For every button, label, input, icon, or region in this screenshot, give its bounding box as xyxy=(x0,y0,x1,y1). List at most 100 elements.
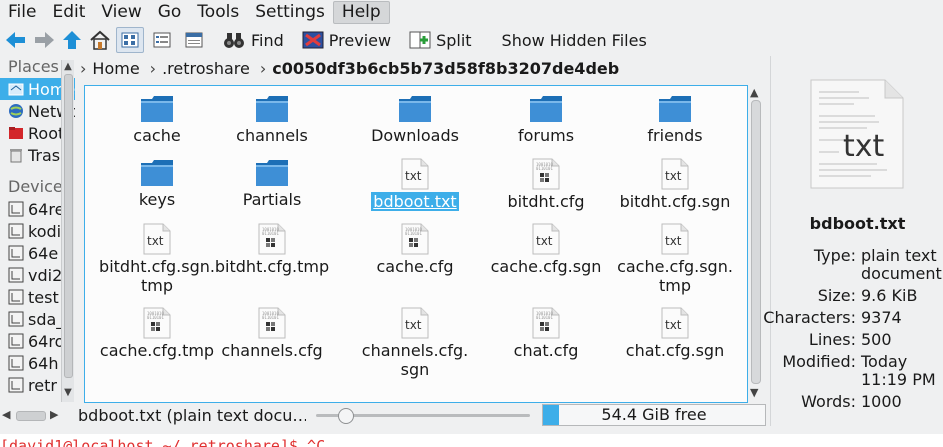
file-item-label: Partials xyxy=(242,190,302,209)
info-modified-label: Modified: xyxy=(782,352,856,371)
file-item[interactable]: forums xyxy=(482,94,610,145)
file-item[interactable]: txt channels.cfg. sgn xyxy=(351,307,479,379)
icon-view-icon xyxy=(121,32,139,48)
file-item[interactable]: 1001010 0110101 bitdht.cfg.tmp xyxy=(208,223,336,276)
binary-file-icon: 1001010 0110101 xyxy=(482,307,610,339)
drive-icon xyxy=(8,245,24,261)
menu-settings[interactable]: Settings xyxy=(247,1,333,24)
file-item-label: friends xyxy=(647,126,703,145)
folder-icon xyxy=(208,94,336,124)
binary-file-icon: 1001010 0110101 xyxy=(208,307,336,339)
device-label: 64h xyxy=(28,353,59,373)
file-item[interactable]: Downloads xyxy=(351,94,479,145)
device-label: test xyxy=(28,287,59,307)
file-item[interactable]: keys xyxy=(93,158,221,209)
preview-icon xyxy=(302,31,324,49)
file-item[interactable]: channels xyxy=(208,94,336,145)
text-file-icon: txt xyxy=(93,223,221,255)
drive-icon xyxy=(8,333,24,349)
info-type-label: Type: xyxy=(813,246,856,265)
menu-go[interactable]: Go xyxy=(150,1,190,24)
file-item[interactable]: 1001010 0110101 cache.cfg xyxy=(351,223,479,276)
arrow-up-icon xyxy=(63,31,81,49)
find-button[interactable]: Find xyxy=(222,27,284,53)
file-item[interactable]: cache xyxy=(93,94,221,145)
compact-view-button[interactable] xyxy=(148,27,176,53)
drive-icon xyxy=(8,201,24,217)
breadcrumb-home[interactable]: Home xyxy=(92,59,139,78)
binary-file-icon: 1001010 0110101 xyxy=(208,223,336,255)
zoom-slider-handle[interactable] xyxy=(338,408,354,424)
places-hscroll-thumb[interactable] xyxy=(16,411,46,421)
up-button[interactable] xyxy=(60,27,84,53)
binoculars-icon xyxy=(224,33,244,48)
breadcrumb: › Home › .retroshare › c0050df3b6cb5b73d… xyxy=(80,56,760,80)
back-button[interactable] xyxy=(4,27,28,53)
file-view-scrollbar[interactable]: ▲ ▼ xyxy=(748,86,762,402)
scroll-down-icon[interactable]: ▼ xyxy=(750,386,758,399)
file-item[interactable]: Partials xyxy=(208,158,336,209)
preview-label: Preview xyxy=(328,30,392,50)
split-icon xyxy=(409,31,431,49)
svg-text:txt: txt xyxy=(405,169,422,183)
info-size-label: Size: xyxy=(817,286,856,305)
preview-button[interactable]: Preview xyxy=(302,27,391,53)
info-characters-label: Characters: xyxy=(763,308,856,327)
places-scrollbar[interactable]: ▲ ▼ xyxy=(61,60,74,402)
places-hscrollbar[interactable]: ◀ ▶ xyxy=(0,406,75,424)
icons-view-button[interactable] xyxy=(116,27,144,53)
home-button[interactable] xyxy=(88,27,112,53)
file-item-label: channels xyxy=(236,126,308,145)
breadcrumb-current[interactable]: c0050df3b6cb5b73d58f8b3207de4deb xyxy=(272,59,619,78)
menu-file[interactable]: File xyxy=(0,1,44,24)
device-label: 64e xyxy=(28,243,59,263)
file-item[interactable]: txt bdboot.txt xyxy=(351,158,479,211)
file-item[interactable]: friends xyxy=(611,94,739,145)
file-item-label: bitdht.cfg.tmp xyxy=(214,257,330,276)
file-view-scroll-thumb[interactable] xyxy=(751,100,761,384)
places-scroll-thumb[interactable] xyxy=(64,74,73,378)
scroll-up-icon[interactable]: ▲ xyxy=(63,62,73,72)
file-item[interactable]: 1001010 0110101 cache.cfg.tmp xyxy=(93,307,221,360)
breadcrumb-retroshare[interactable]: .retroshare xyxy=(162,59,250,78)
scroll-left-icon[interactable]: ◀ xyxy=(2,408,10,421)
arrow-left-icon xyxy=(6,32,25,48)
file-item-label: cache.cfg.sgn. tmp xyxy=(617,257,733,295)
svg-text:txt: txt xyxy=(405,318,422,332)
device-label: vdi2 xyxy=(28,265,63,285)
scroll-down-icon[interactable]: ▼ xyxy=(63,388,73,398)
file-item[interactable]: txt bitdht.cfg.sgn xyxy=(611,158,739,211)
zoom-slider[interactable] xyxy=(316,405,530,425)
details-view-icon xyxy=(185,32,203,48)
drive-icon xyxy=(8,377,24,393)
show-hidden-files-button[interactable]: Show Hidden Files xyxy=(502,27,647,53)
scroll-up-icon[interactable]: ▲ xyxy=(750,86,758,99)
svg-text:0110101: 0110101 xyxy=(262,315,279,320)
file-item[interactable]: txt chat.cfg.sgn xyxy=(611,307,739,360)
file-item[interactable]: txt cache.cfg.sgn. tmp xyxy=(611,223,739,295)
svg-text:txt: txt xyxy=(665,318,682,332)
file-item-label: cache.cfg.sgn xyxy=(490,257,602,276)
device-label: 64re xyxy=(28,199,65,219)
menu-help[interactable]: Help xyxy=(332,1,390,24)
menu-tools[interactable]: Tools xyxy=(189,1,247,24)
file-item[interactable]: txt cache.cfg.sgn xyxy=(482,223,610,276)
details-view-button[interactable] xyxy=(180,27,208,53)
file-view[interactable]: cache channels Downloads forums friends keys P… xyxy=(84,85,748,403)
chevron-right-icon: › xyxy=(149,58,157,78)
info-words-value: 1000 xyxy=(861,392,902,411)
menu-view[interactable]: View xyxy=(93,1,149,24)
file-item-label: channels.cfg. sgn xyxy=(361,341,469,379)
file-item[interactable]: 1001010 0110101 bitdht.cfg xyxy=(482,158,610,211)
menu-edit[interactable]: Edit xyxy=(44,1,93,24)
forward-button[interactable] xyxy=(32,27,56,53)
file-item[interactable]: 1001010 0110101 chat.cfg xyxy=(482,307,610,360)
svg-text:0110101: 0110101 xyxy=(405,231,422,236)
split-button[interactable]: Split xyxy=(409,27,472,53)
file-item-label: bitdht.cfg xyxy=(507,192,585,211)
file-item[interactable]: txt bitdht.cfg.sgn. tmp xyxy=(93,223,221,295)
scroll-right-icon[interactable]: ▶ xyxy=(50,408,58,421)
binary-file-icon: 1001010 0110101 xyxy=(351,223,479,255)
file-item[interactable]: 1001010 0110101 channels.cfg xyxy=(208,307,336,360)
device-label: 64ro xyxy=(28,331,65,351)
